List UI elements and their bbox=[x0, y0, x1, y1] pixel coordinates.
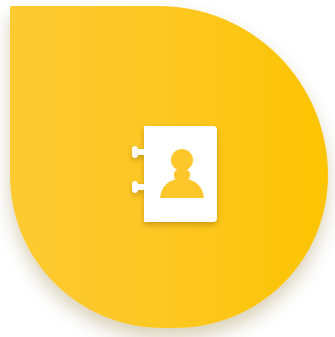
contact-book-icon bbox=[132, 126, 222, 222]
app-icon-graphic bbox=[0, 0, 335, 337]
